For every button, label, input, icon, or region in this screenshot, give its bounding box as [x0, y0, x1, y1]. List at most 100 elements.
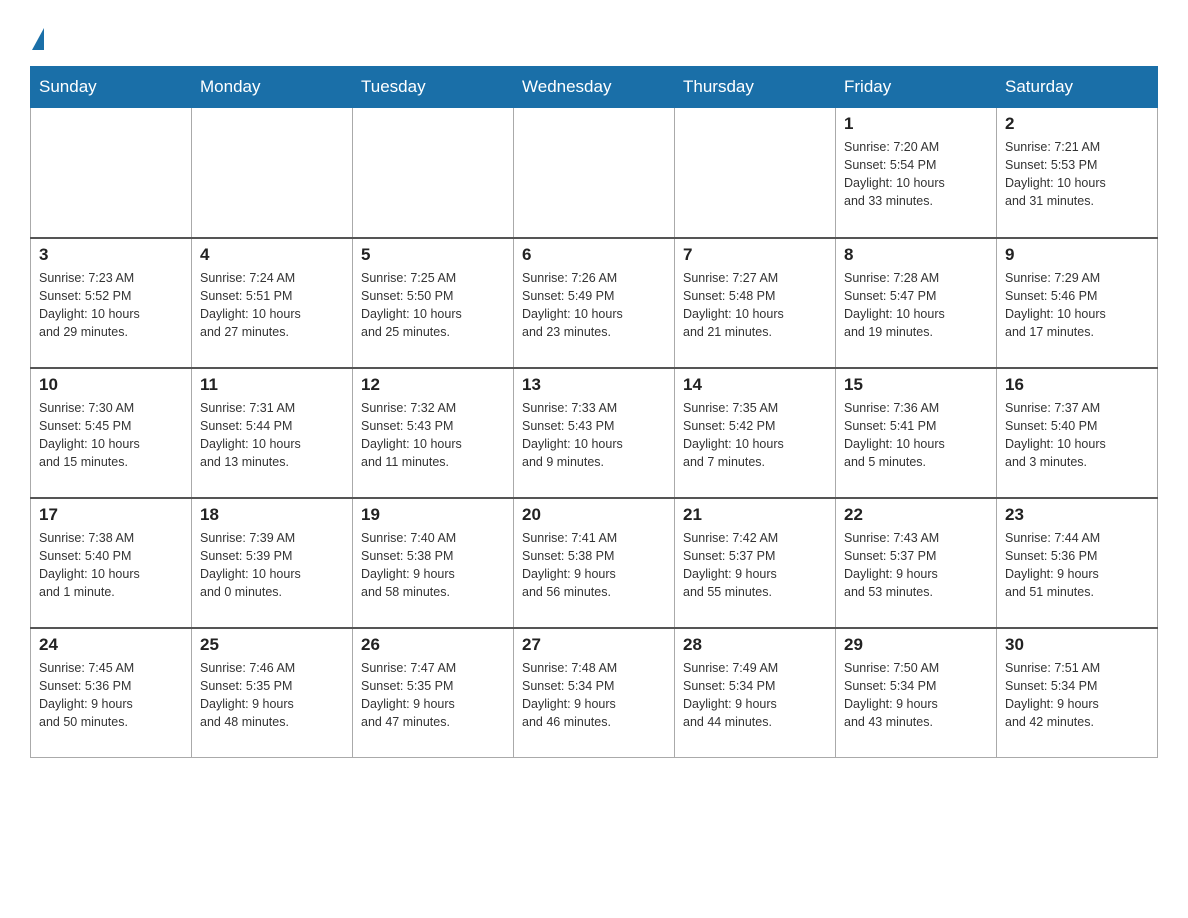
- calendar-cell: 2 Sunrise: 7:21 AM Sunset: 5:53 PM Daylig…: [997, 108, 1158, 238]
- day-info: Sunrise: 7:42 AM Sunset: 5:37 PM Dayligh…: [683, 529, 827, 602]
- calendar-cell: 4 Sunrise: 7:24 AM Sunset: 5:51 PM Daylig…: [192, 238, 353, 368]
- calendar-cell: 25Sunrise: 7:46 AM Sunset: 5:35 PM Dayli…: [192, 628, 353, 758]
- day-info: Sunrise: 7:32 AM Sunset: 5:43 PM Dayligh…: [361, 399, 505, 472]
- calendar-table: SundayMondayTuesdayWednesdayThursdayFrid…: [30, 66, 1158, 758]
- day-info: Sunrise: 7:47 AM Sunset: 5:35 PM Dayligh…: [361, 659, 505, 732]
- calendar-week-row-1: 1 Sunrise: 7:20 AM Sunset: 5:54 PM Daylig…: [31, 108, 1158, 238]
- day-number: 17: [39, 505, 183, 525]
- day-number: 16: [1005, 375, 1149, 395]
- day-info: Sunrise: 7:24 AM Sunset: 5:51 PM Dayligh…: [200, 269, 344, 342]
- calendar-cell: 16 Sunrise: 7:37 AM Sunset: 5:40 PM Dayli…: [997, 368, 1158, 498]
- day-number: 30: [1005, 635, 1149, 655]
- day-number: 8: [844, 245, 988, 265]
- day-info: Sunrise: 7:20 AM Sunset: 5:54 PM Dayligh…: [844, 138, 988, 211]
- calendar-cell: 1 Sunrise: 7:20 AM Sunset: 5:54 PM Daylig…: [836, 108, 997, 238]
- day-number: 24: [39, 635, 183, 655]
- calendar-cell: 28 Sunrise: 7:49 AM Sunset: 5:34 PM Dayli…: [675, 628, 836, 758]
- day-number: 23: [1005, 505, 1149, 525]
- day-number: 13: [522, 375, 666, 395]
- day-number: 3: [39, 245, 183, 265]
- day-info: Sunrise: 7:49 AM Sunset: 5:34 PM Dayligh…: [683, 659, 827, 732]
- day-number: 22: [844, 505, 988, 525]
- calendar-cell: 26 Sunrise: 7:47 AM Sunset: 5:35 PM Dayli…: [353, 628, 514, 758]
- calendar-cell: 29 Sunrise: 7:50 AM Sunset: 5:34 PM Dayli…: [836, 628, 997, 758]
- weekday-header-thursday: Thursday: [675, 67, 836, 108]
- weekday-header-sunday: Sunday: [31, 67, 192, 108]
- calendar-cell: 21 Sunrise: 7:42 AM Sunset: 5:37 PM Dayli…: [675, 498, 836, 628]
- day-info: Sunrise: 7:35 AM Sunset: 5:42 PM Dayligh…: [683, 399, 827, 472]
- logo: [30, 28, 44, 50]
- weekday-header-wednesday: Wednesday: [514, 67, 675, 108]
- day-info: Sunrise: 7:51 AM Sunset: 5:34 PM Dayligh…: [1005, 659, 1149, 732]
- day-info: Sunrise: 7:21 AM Sunset: 5:53 PM Dayligh…: [1005, 138, 1149, 211]
- calendar-cell: 20Sunrise: 7:41 AM Sunset: 5:38 PM Dayli…: [514, 498, 675, 628]
- calendar-cell: 30 Sunrise: 7:51 AM Sunset: 5:34 PM Dayli…: [997, 628, 1158, 758]
- calendar-week-row-5: 24 Sunrise: 7:45 AM Sunset: 5:36 PM Dayli…: [31, 628, 1158, 758]
- weekday-header-monday: Monday: [192, 67, 353, 108]
- calendar-cell: 17 Sunrise: 7:38 AM Sunset: 5:40 PM Dayli…: [31, 498, 192, 628]
- day-number: 21: [683, 505, 827, 525]
- calendar-cell: [31, 108, 192, 238]
- day-info: Sunrise: 7:23 AM Sunset: 5:52 PM Dayligh…: [39, 269, 183, 342]
- day-info: Sunrise: 7:33 AM Sunset: 5:43 PM Dayligh…: [522, 399, 666, 472]
- day-info: Sunrise: 7:45 AM Sunset: 5:36 PM Dayligh…: [39, 659, 183, 732]
- calendar-week-row-2: 3 Sunrise: 7:23 AM Sunset: 5:52 PM Daylig…: [31, 238, 1158, 368]
- day-info: Sunrise: 7:40 AM Sunset: 5:38 PM Dayligh…: [361, 529, 505, 602]
- day-number: 10: [39, 375, 183, 395]
- day-info: Sunrise: 7:37 AM Sunset: 5:40 PM Dayligh…: [1005, 399, 1149, 472]
- day-info: Sunrise: 7:50 AM Sunset: 5:34 PM Dayligh…: [844, 659, 988, 732]
- calendar-cell: 13 Sunrise: 7:33 AM Sunset: 5:43 PM Dayli…: [514, 368, 675, 498]
- day-info: Sunrise: 7:30 AM Sunset: 5:45 PM Dayligh…: [39, 399, 183, 472]
- day-number: 26: [361, 635, 505, 655]
- calendar-cell: 14 Sunrise: 7:35 AM Sunset: 5:42 PM Dayli…: [675, 368, 836, 498]
- calendar-week-row-3: 10 Sunrise: 7:30 AM Sunset: 5:45 PM Dayli…: [31, 368, 1158, 498]
- day-number: 29: [844, 635, 988, 655]
- day-number: 1: [844, 114, 988, 134]
- calendar-cell: 12 Sunrise: 7:32 AM Sunset: 5:43 PM Dayli…: [353, 368, 514, 498]
- calendar-cell: 11 Sunrise: 7:31 AM Sunset: 5:44 PM Dayli…: [192, 368, 353, 498]
- calendar-cell: 6Sunrise: 7:26 AM Sunset: 5:49 PM Daylig…: [514, 238, 675, 368]
- day-info: Sunrise: 7:39 AM Sunset: 5:39 PM Dayligh…: [200, 529, 344, 602]
- calendar-cell: [514, 108, 675, 238]
- day-number: 14: [683, 375, 827, 395]
- day-info: Sunrise: 7:48 AM Sunset: 5:34 PM Dayligh…: [522, 659, 666, 732]
- day-number: 4: [200, 245, 344, 265]
- day-number: 18: [200, 505, 344, 525]
- day-info: Sunrise: 7:28 AM Sunset: 5:47 PM Dayligh…: [844, 269, 988, 342]
- calendar-cell: 24 Sunrise: 7:45 AM Sunset: 5:36 PM Dayli…: [31, 628, 192, 758]
- day-number: 9: [1005, 245, 1149, 265]
- calendar-cell: 5Sunrise: 7:25 AM Sunset: 5:50 PM Daylig…: [353, 238, 514, 368]
- calendar-cell: 15Sunrise: 7:36 AM Sunset: 5:41 PM Dayli…: [836, 368, 997, 498]
- calendar-cell: [192, 108, 353, 238]
- day-number: 11: [200, 375, 344, 395]
- calendar-cell: [353, 108, 514, 238]
- day-info: Sunrise: 7:31 AM Sunset: 5:44 PM Dayligh…: [200, 399, 344, 472]
- day-info: Sunrise: 7:44 AM Sunset: 5:36 PM Dayligh…: [1005, 529, 1149, 602]
- day-number: 6: [522, 245, 666, 265]
- day-number: 28: [683, 635, 827, 655]
- calendar-cell: 9 Sunrise: 7:29 AM Sunset: 5:46 PM Daylig…: [997, 238, 1158, 368]
- day-number: 19: [361, 505, 505, 525]
- calendar-cell: 22 Sunrise: 7:43 AM Sunset: 5:37 PM Dayli…: [836, 498, 997, 628]
- day-number: 27: [522, 635, 666, 655]
- day-info: Sunrise: 7:25 AM Sunset: 5:50 PM Dayligh…: [361, 269, 505, 342]
- day-number: 2: [1005, 114, 1149, 134]
- logo-triangle-icon: [32, 28, 44, 50]
- day-number: 7: [683, 245, 827, 265]
- day-number: 15: [844, 375, 988, 395]
- day-info: Sunrise: 7:29 AM Sunset: 5:46 PM Dayligh…: [1005, 269, 1149, 342]
- calendar-cell: [675, 108, 836, 238]
- calendar-cell: 19 Sunrise: 7:40 AM Sunset: 5:38 PM Dayli…: [353, 498, 514, 628]
- day-number: 25: [200, 635, 344, 655]
- calendar-cell: 7 Sunrise: 7:27 AM Sunset: 5:48 PM Daylig…: [675, 238, 836, 368]
- day-info: Sunrise: 7:27 AM Sunset: 5:48 PM Dayligh…: [683, 269, 827, 342]
- day-number: 12: [361, 375, 505, 395]
- day-info: Sunrise: 7:38 AM Sunset: 5:40 PM Dayligh…: [39, 529, 183, 602]
- page-header: [30, 20, 1158, 50]
- calendar-week-row-4: 17 Sunrise: 7:38 AM Sunset: 5:40 PM Dayli…: [31, 498, 1158, 628]
- weekday-header-row: SundayMondayTuesdayWednesdayThursdayFrid…: [31, 67, 1158, 108]
- calendar-cell: 27 Sunrise: 7:48 AM Sunset: 5:34 PM Dayli…: [514, 628, 675, 758]
- day-info: Sunrise: 7:43 AM Sunset: 5:37 PM Dayligh…: [844, 529, 988, 602]
- calendar-cell: 3 Sunrise: 7:23 AM Sunset: 5:52 PM Daylig…: [31, 238, 192, 368]
- calendar-cell: 18 Sunrise: 7:39 AM Sunset: 5:39 PM Dayli…: [192, 498, 353, 628]
